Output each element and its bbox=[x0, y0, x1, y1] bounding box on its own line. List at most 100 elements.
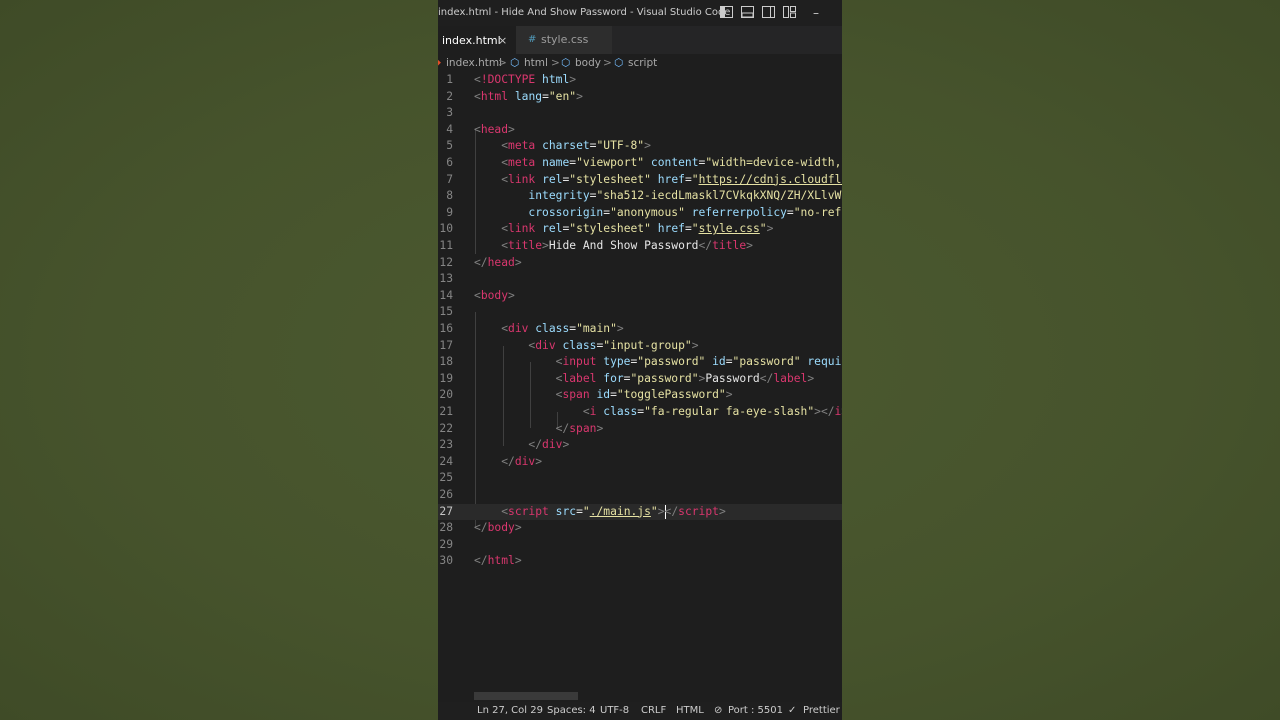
breadcrumb-item-html[interactable]: html bbox=[524, 54, 548, 72]
line-number: 11 bbox=[439, 239, 453, 252]
code-token: body bbox=[480, 288, 509, 302]
code-token: </ bbox=[664, 504, 679, 518]
code-line[interactable]: 30 </html> bbox=[438, 553, 842, 570]
code-line[interactable]: 17 <div class="input-group"> bbox=[438, 338, 842, 355]
prettier-status[interactable]: Prettier bbox=[803, 702, 840, 720]
code-token: type bbox=[603, 355, 631, 369]
code-token: < bbox=[474, 89, 481, 103]
language-mode[interactable]: HTML bbox=[676, 702, 704, 720]
code-token: < bbox=[582, 405, 590, 418]
code-token: </ bbox=[555, 421, 570, 435]
code-token: = bbox=[684, 222, 692, 236]
code-text: <label for="password">Password</label> bbox=[474, 371, 815, 388]
code-line[interactable]: 8 integrity="sha512-iecdLmaskl7CVkqkXNQ/… bbox=[438, 188, 842, 205]
cursor-position[interactable]: Ln 27, Col 29 bbox=[477, 702, 543, 720]
code-line[interactable]: 9 crossorigin = "anonymous" referrerpolicy… bbox=[438, 205, 842, 222]
line-number: 7 bbox=[446, 172, 453, 186]
code-line[interactable]: 18 <input type="password" id="password" … bbox=[438, 354, 842, 371]
code-line[interactable]: 5 <meta charset="UTF-8"> bbox=[438, 138, 842, 155]
line-endings[interactable]: CRLF bbox=[641, 702, 666, 720]
code-line[interactable]: 4 <head> bbox=[438, 122, 842, 139]
code-text: </html> bbox=[474, 553, 522, 570]
code-token: charset bbox=[542, 139, 590, 153]
code-token: > bbox=[542, 239, 549, 252]
code-line[interactable]: 12 </head> bbox=[438, 255, 842, 272]
line-number: 22 bbox=[439, 421, 453, 435]
code-line[interactable]: 13 bbox=[438, 271, 842, 288]
code-line[interactable]: 28 </body> bbox=[438, 520, 842, 537]
live-server-port[interactable]: Port : 5501 bbox=[728, 702, 783, 720]
code-line[interactable]: 22 </span> bbox=[438, 421, 842, 438]
element-icon: ⬡ bbox=[561, 57, 571, 69]
code-line[interactable]: 29 bbox=[438, 537, 842, 554]
code-line[interactable]: 1 <!DOCTYPE html> bbox=[438, 72, 842, 89]
code-line[interactable]: 7 <link rel="stylesheet" href="https://c… bbox=[438, 172, 842, 189]
code-line[interactable]: 25 bbox=[438, 470, 842, 487]
code-token: "UTF-8" bbox=[596, 139, 645, 153]
code-text: <span id="togglePassword"> bbox=[474, 387, 733, 404]
code-token: src bbox=[555, 504, 577, 518]
breadcrumb-item-script[interactable]: script bbox=[628, 54, 657, 72]
code-token: < bbox=[501, 222, 509, 236]
code-text: <meta charset="UTF-8"> bbox=[474, 138, 651, 155]
line-number: 8 bbox=[446, 189, 453, 203]
indentation[interactable]: Spaces: 4 bbox=[547, 702, 596, 720]
code-line[interactable]: 10 <link rel="stylesheet" href="style.cs… bbox=[438, 221, 842, 238]
code-line[interactable]: 27 <script src="./main.js"></script> bbox=[438, 503, 842, 521]
html-file-icon: ◆ bbox=[438, 54, 441, 72]
breadcrumb-item-body[interactable]: body bbox=[575, 54, 601, 72]
line-number: 25 bbox=[439, 471, 453, 485]
tab-index-html[interactable]: index.html × bbox=[438, 26, 516, 55]
code-line[interactable]: 26 bbox=[438, 487, 842, 504]
code-token: > bbox=[657, 504, 665, 518]
toggle-secondary-sidebar-icon[interactable] bbox=[762, 6, 775, 18]
code-line[interactable]: 19 <label for="password">Password</label… bbox=[438, 371, 842, 388]
toggle-panel-icon[interactable] bbox=[741, 6, 754, 18]
line-number: 15 bbox=[439, 305, 453, 319]
code-token: title bbox=[508, 239, 543, 252]
code-line[interactable]: 2 <html lang="en"> bbox=[438, 89, 842, 106]
code-token: title bbox=[712, 239, 747, 252]
breadcrumb-file[interactable]: index.html bbox=[446, 54, 502, 72]
code-line[interactable]: 6 <meta name="viewport" content="width=d… bbox=[438, 155, 842, 172]
code-line[interactable]: 15 bbox=[438, 304, 842, 321]
css-file-icon: # bbox=[528, 34, 537, 45]
close-icon[interactable]: × bbox=[498, 27, 507, 55]
code-line[interactable]: 16 <div class="main"> bbox=[438, 321, 842, 338]
tab-style-css[interactable]: # style.css bbox=[516, 26, 612, 54]
code-line[interactable]: 21 <i class="fa-regular fa-eye-slash"></… bbox=[438, 404, 842, 421]
toggle-primary-sidebar-icon[interactable] bbox=[720, 6, 733, 18]
code-token: " bbox=[691, 222, 699, 236]
customize-layout-icon[interactable] bbox=[783, 6, 796, 18]
code-token: span bbox=[569, 421, 597, 435]
code-token: id bbox=[712, 355, 726, 369]
encoding[interactable]: UTF-8 bbox=[600, 702, 629, 720]
code-token: < bbox=[474, 73, 481, 86]
code-token: referrerpolicy bbox=[691, 205, 787, 219]
code-line[interactable]: 23 </div> bbox=[438, 437, 842, 454]
line-number: 29 bbox=[439, 537, 453, 551]
code-token: label bbox=[562, 371, 597, 385]
horizontal-scrollbar[interactable] bbox=[474, 692, 578, 700]
code-text: <div class="main"> bbox=[474, 321, 623, 338]
code-editor[interactable]: 1 <!DOCTYPE html> 2 <html lang="en"> 3 4 <head… bbox=[438, 72, 842, 692]
code-text: <link rel="stylesheet" href="https://cdn… bbox=[474, 172, 842, 189]
code-line[interactable]: 3 bbox=[438, 105, 842, 122]
code-token: "anonymous" bbox=[610, 205, 685, 219]
line-number: 26 bbox=[439, 488, 453, 501]
code-line[interactable]: 20 <span id="togglePassword"> bbox=[438, 387, 842, 404]
code-text: <!DOCTYPE html> bbox=[474, 72, 576, 89]
code-line[interactable]: 24 </div> bbox=[438, 454, 842, 471]
minimize-button[interactable]: – bbox=[813, 0, 819, 26]
code-line[interactable]: 14 <body> bbox=[438, 288, 842, 305]
code-token: href bbox=[657, 172, 685, 186]
code-token: > bbox=[508, 122, 515, 136]
line-number: 19 bbox=[439, 371, 453, 385]
code-line[interactable]: 11 <title>Hide And Show Password</title> bbox=[438, 238, 842, 255]
